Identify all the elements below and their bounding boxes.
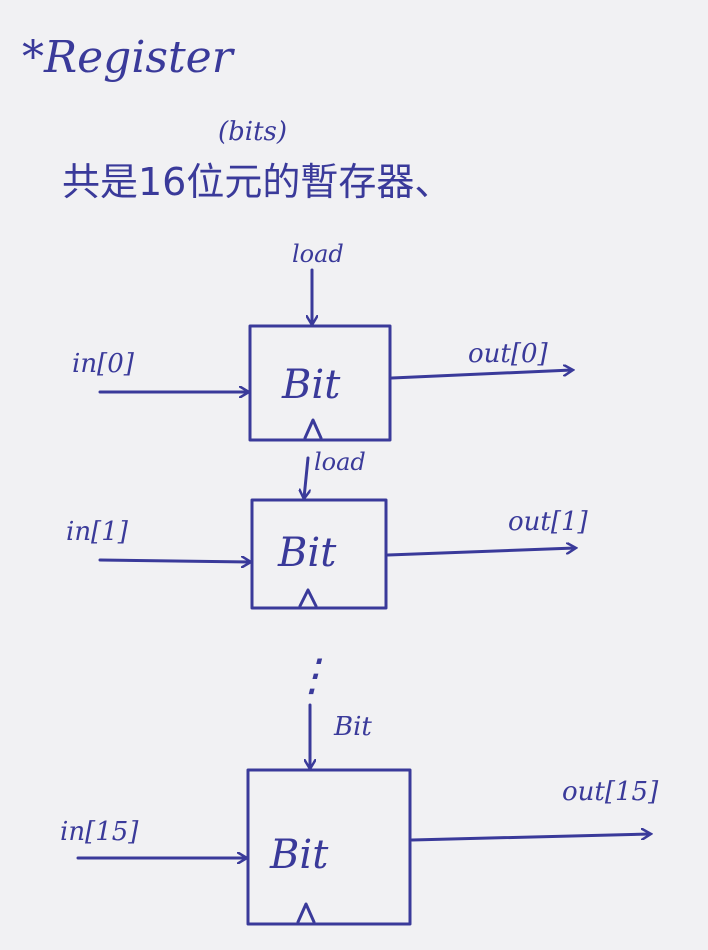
output-label-0: out[0] — [468, 339, 549, 369]
input-arrow-1 — [98, 560, 250, 562]
output-arrow-15 — [410, 834, 650, 842]
output-arrow-0 — [390, 370, 572, 380]
control-label-1: load — [314, 448, 366, 476]
bit-label-0: Bit — [281, 362, 341, 408]
bit-label-15: Bit — [269, 832, 329, 878]
bit-block-15: Bit Bit in[15] out[15] — [60, 703, 659, 926]
output-label-15: out[15] — [562, 777, 659, 807]
ellipsis: ⋮ — [290, 650, 334, 701]
bit-block-1: load Bit in[1] out[1] — [66, 448, 589, 610]
subtitle: 共是16位元的暫存器、 — [62, 160, 452, 204]
title: *Register — [22, 32, 236, 83]
bit-block-0: load Bit in[0] out[0] — [72, 240, 572, 442]
clock-triangle-15 — [296, 902, 316, 924]
input-label-1: in[1] — [66, 517, 129, 547]
input-label-15: in[15] — [60, 817, 139, 847]
subtitle-annotation: (bits) — [218, 117, 287, 147]
control-arrow-1 — [304, 456, 308, 498]
bit-label-1: Bit — [277, 530, 337, 576]
clock-triangle-1 — [298, 588, 318, 608]
control-label-15: Bit — [333, 712, 372, 742]
notebook-page: *Register (bits) 共是16位元的暫存器、 load Bit in… — [0, 0, 708, 950]
clock-triangle-0 — [303, 418, 323, 440]
control-label-0: load — [292, 240, 344, 268]
input-label-0: in[0] — [72, 349, 135, 379]
output-label-1: out[1] — [508, 507, 589, 537]
output-arrow-1 — [386, 548, 575, 557]
register-diagram: *Register (bits) 共是16位元的暫存器、 load Bit in… — [22, 32, 659, 926]
